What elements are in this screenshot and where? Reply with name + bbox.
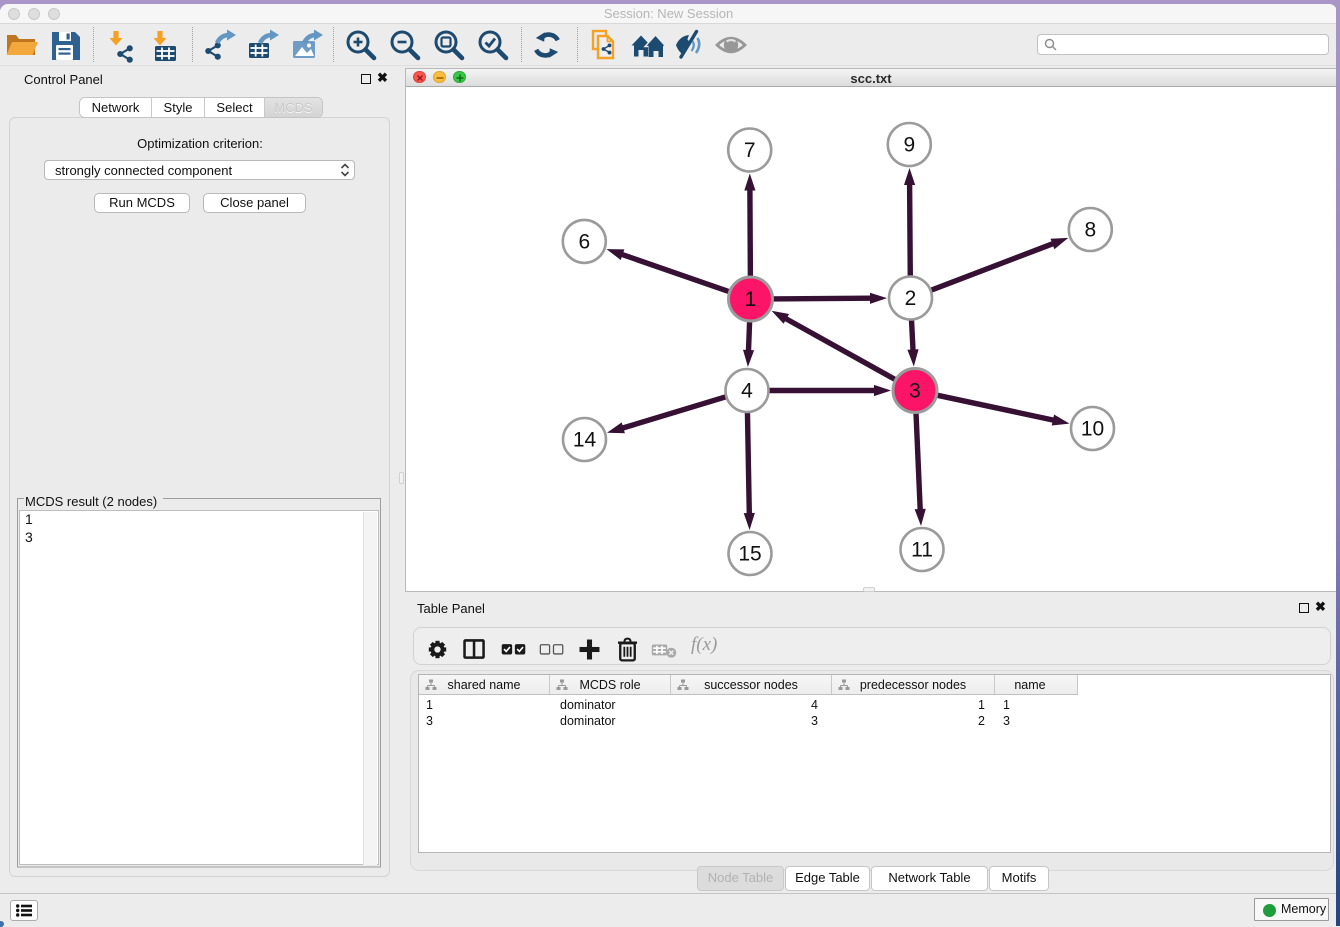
svg-text:8: 8 bbox=[1084, 219, 1096, 242]
svg-text:10: 10 bbox=[1081, 418, 1104, 441]
svg-text:14: 14 bbox=[573, 429, 597, 452]
svg-text:7: 7 bbox=[744, 139, 756, 162]
svg-text:11: 11 bbox=[911, 539, 933, 562]
svg-text:1: 1 bbox=[745, 288, 757, 311]
svg-text:2: 2 bbox=[905, 287, 917, 310]
svg-text:3: 3 bbox=[909, 380, 921, 403]
svg-text:6: 6 bbox=[578, 231, 590, 254]
svg-text:15: 15 bbox=[738, 543, 761, 566]
svg-text:9: 9 bbox=[903, 134, 915, 157]
svg-text:4: 4 bbox=[741, 380, 753, 403]
